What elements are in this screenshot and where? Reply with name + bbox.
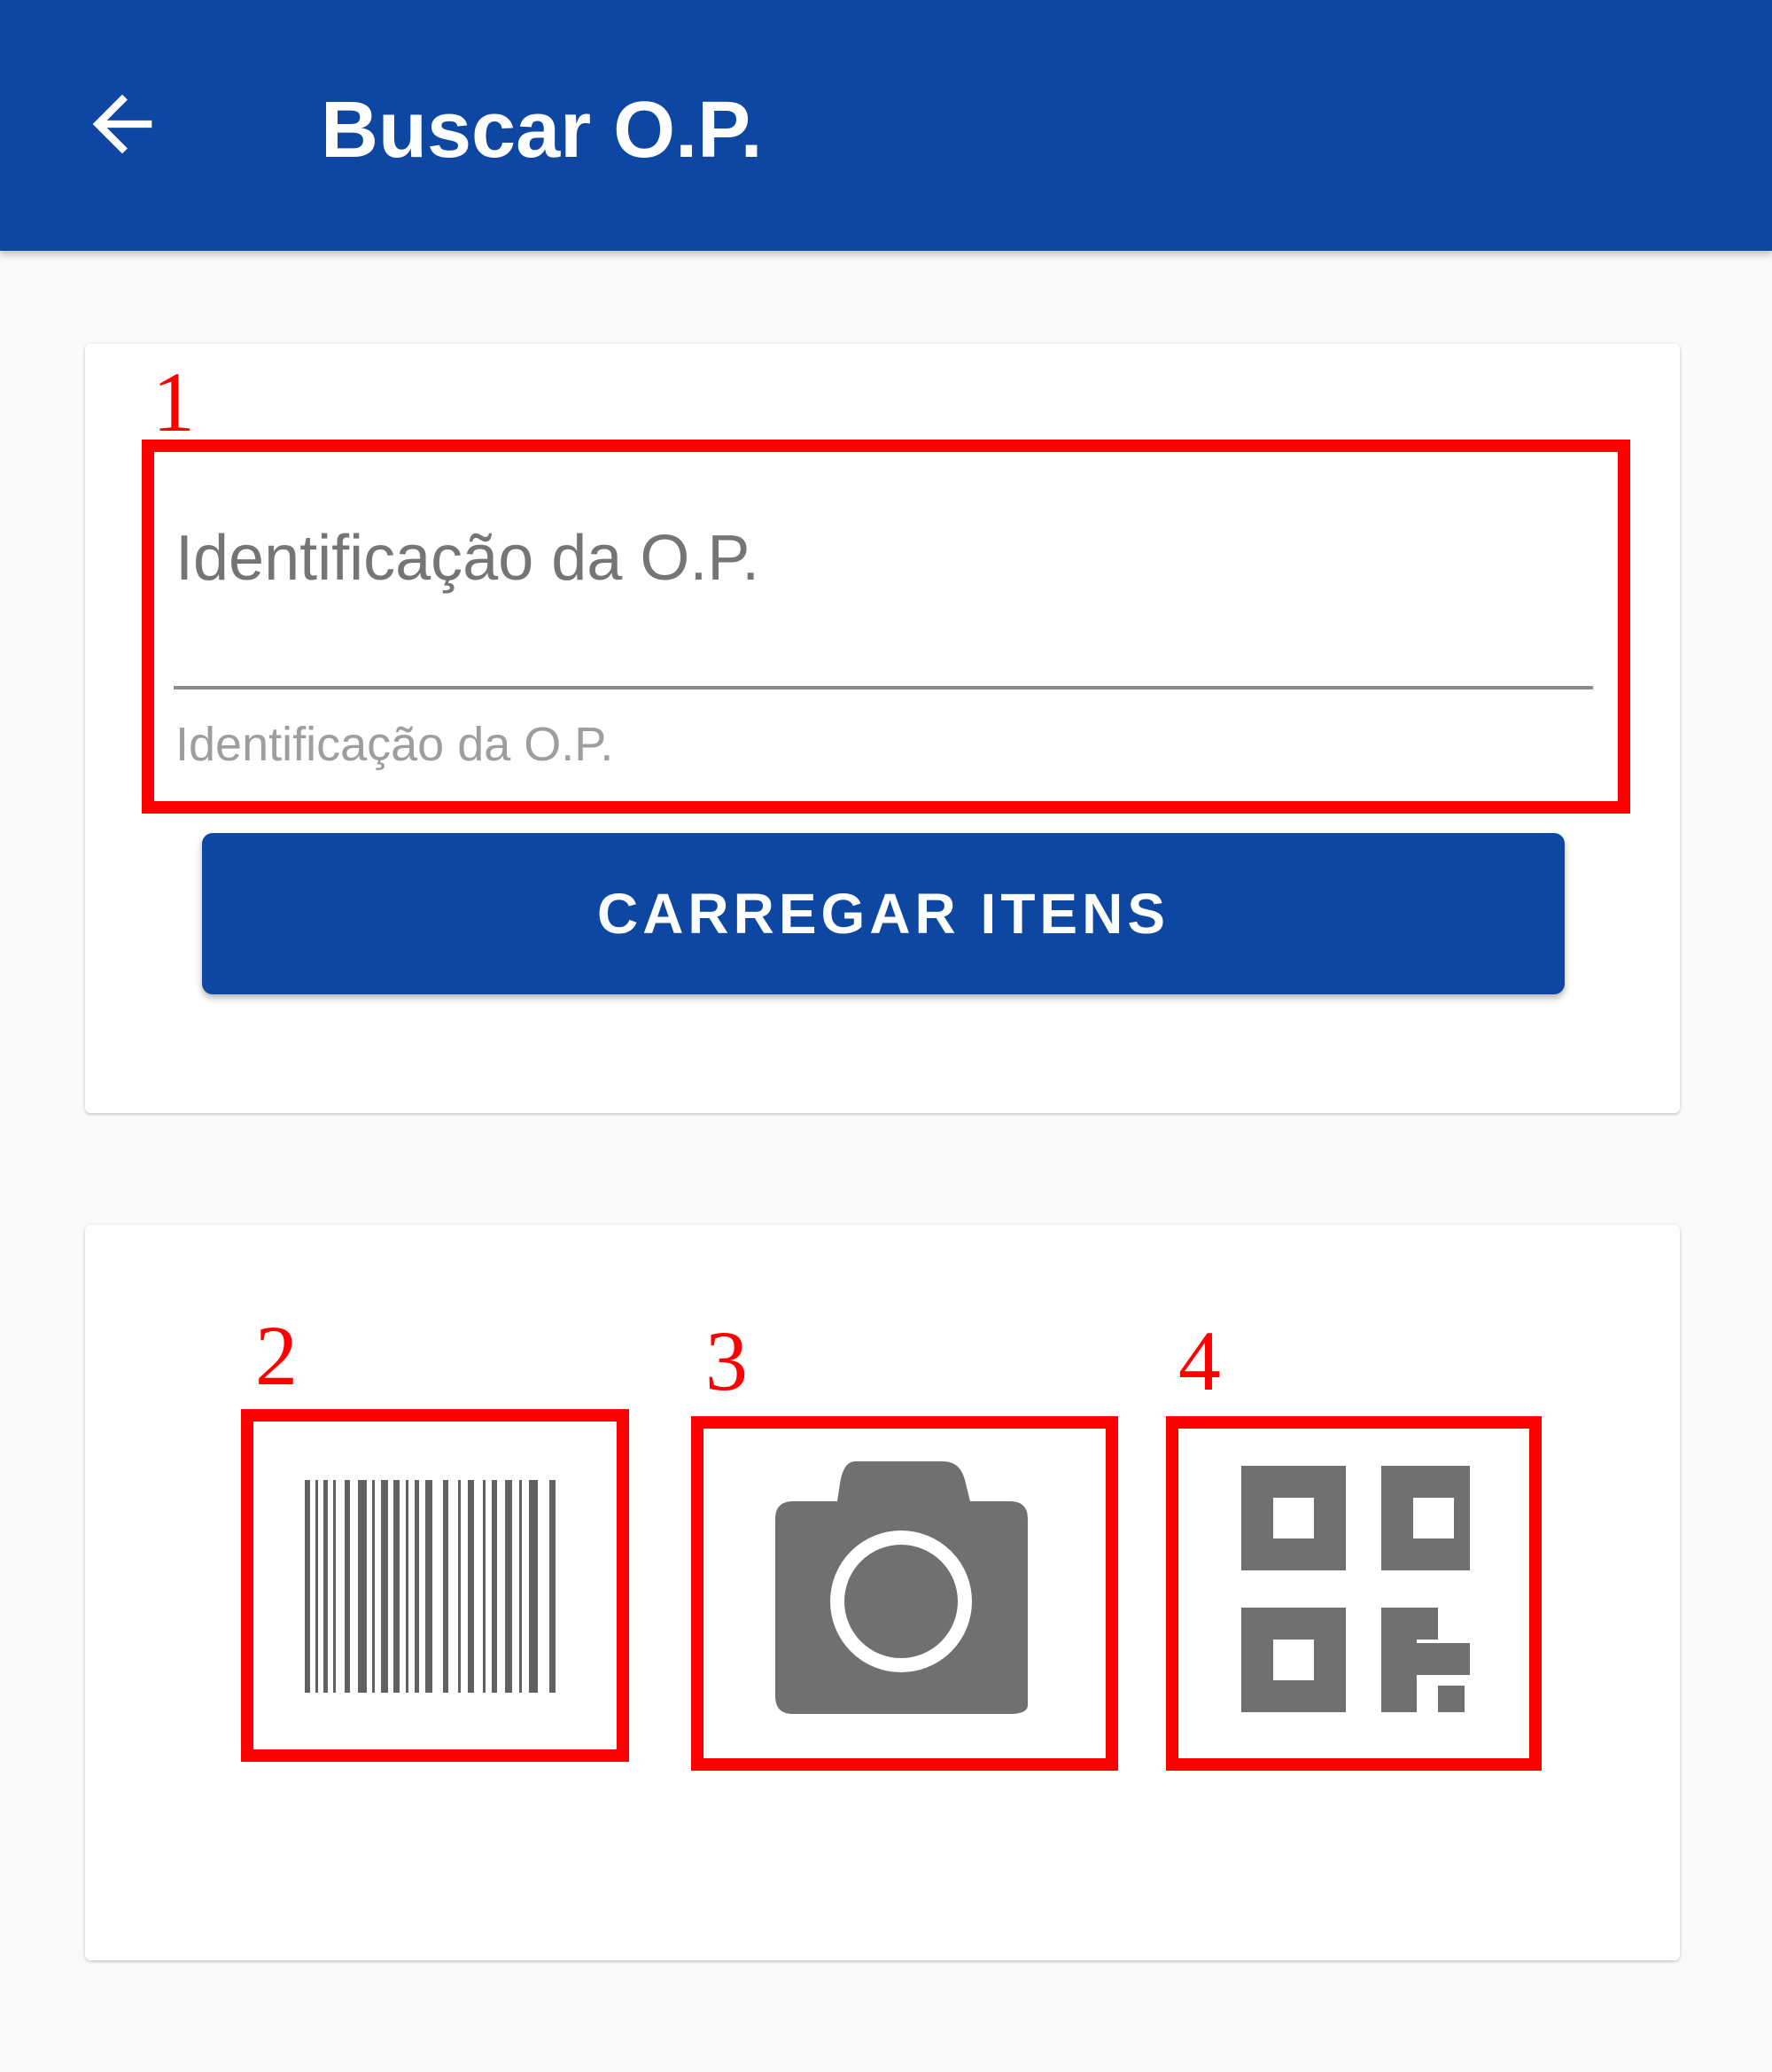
- annotation-number-3: 3: [705, 1313, 748, 1408]
- annotation-box-1: [142, 440, 1630, 814]
- annotation-box-3: [691, 1416, 1118, 1771]
- arrow-back-icon: [92, 94, 152, 154]
- annotation-box-2: [241, 1409, 629, 1762]
- page-title: Buscar O.P.: [321, 86, 763, 175]
- load-items-button[interactable]: CARREGAR ITENS: [202, 833, 1565, 994]
- annotation-number-2: 2: [255, 1308, 298, 1403]
- annotation-number-4: 4: [1178, 1313, 1221, 1408]
- annotation-box-4: [1166, 1416, 1542, 1771]
- annotation-number-1: 1: [152, 354, 195, 449]
- app-bar: Buscar O.P.: [0, 0, 1772, 251]
- back-button[interactable]: [69, 71, 175, 177]
